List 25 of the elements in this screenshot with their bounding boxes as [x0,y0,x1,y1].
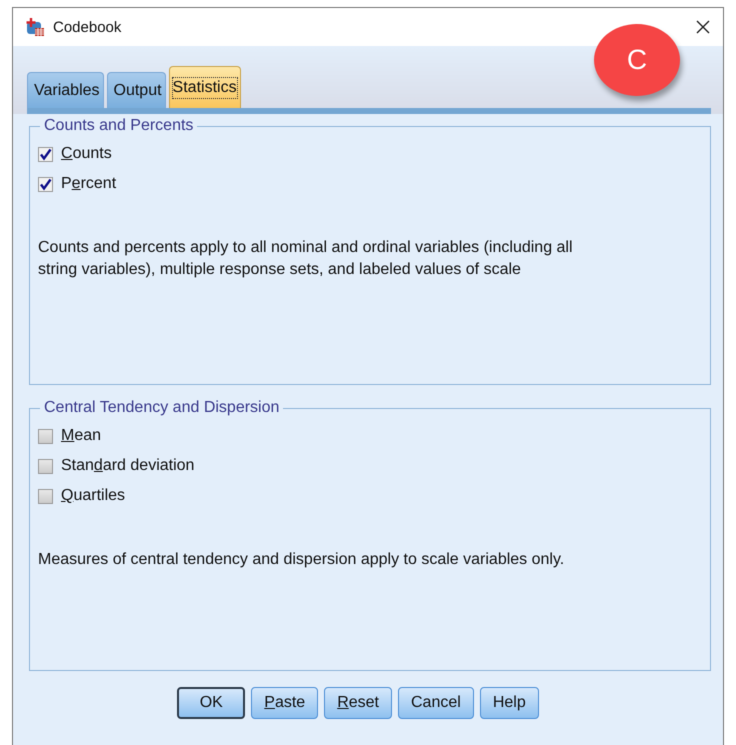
checkbox-label[interactable]: Percent [61,175,116,193]
group-title: Central Tendency and Dispersion [43,399,280,417]
checkbox-label[interactable]: Mean [61,427,102,445]
checkbox[interactable] [38,488,53,504]
checkbox-label[interactable]: Standard deviation [61,457,194,475]
tab[interactable]: Output [106,72,166,108]
note-text: Counts and percents apply to all nominal and ordinal variables (including all string variables), multiple response sets, and labeled values of scale [38,238,574,280]
group-title: Counts and Percents [43,117,194,135]
dialog-button[interactable]: Paste [251,687,318,719]
checkbox[interactable] [38,176,53,192]
close-icon[interactable] [695,19,711,35]
note-text: Measures of central tendency and dispersion apply to scale variables only. [38,550,566,570]
tab[interactable]: Statistics [168,66,241,108]
dialog-button[interactable]: Reset [324,687,392,719]
checkbox[interactable] [38,428,53,444]
window-title: Codebook [53,18,122,36]
checkbox[interactable] [38,146,53,162]
checkbox[interactable] [38,458,53,474]
app-icon [25,17,45,37]
dialog-button[interactable]: Cancel [398,687,474,719]
checkbox-label[interactable]: Quartiles [61,487,126,505]
checkbox-label[interactable]: Counts [61,145,112,163]
dialog-button[interactable]: OK [177,687,246,719]
dialog-button[interactable]: Help [480,687,539,719]
tab[interactable]: Variables [27,72,104,108]
